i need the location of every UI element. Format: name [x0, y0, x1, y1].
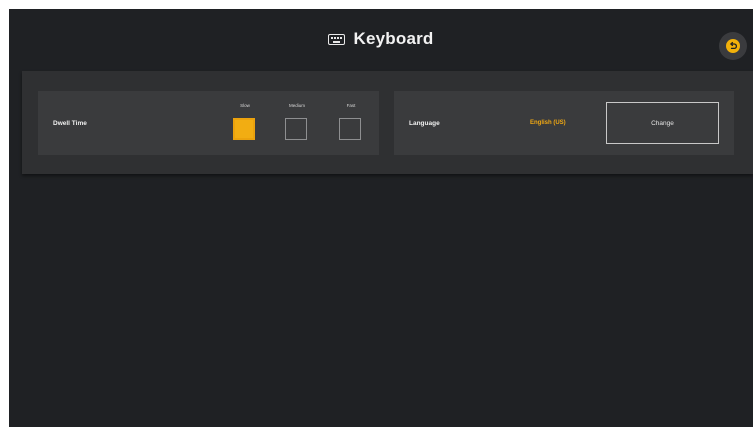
dwell-fast-checkbox[interactable]: [339, 118, 361, 140]
dwell-medium-checkbox[interactable]: [285, 118, 307, 140]
title-area: Keyboard: [9, 29, 753, 49]
dwell-option-label: Medium: [288, 103, 305, 108]
language-value: English (US): [530, 120, 566, 126]
dwell-option-label: Slow: [240, 103, 250, 108]
header: Keyboard: [9, 9, 753, 69]
settings-panel: Dwell Time Slow Medium Fast Language Eng…: [22, 71, 753, 174]
app-window: Keyboard Dwell Time Slow Medium Fast Lan…: [9, 9, 753, 427]
dwell-time-card: Dwell Time Slow Medium Fast: [38, 91, 379, 155]
dwell-time-label: Dwell Time: [53, 120, 87, 127]
language-label: Language: [409, 120, 440, 127]
page-title: Keyboard: [353, 29, 434, 48]
back-button[interactable]: [719, 32, 747, 60]
language-card: Language English (US) Change: [394, 91, 734, 155]
change-language-button[interactable]: Change: [606, 102, 719, 144]
dwell-slow-checkbox[interactable]: [233, 118, 255, 140]
back-arrow-icon: [726, 39, 740, 53]
dwell-option-label: Fast: [346, 103, 356, 108]
keyboard-icon: [328, 33, 346, 45]
